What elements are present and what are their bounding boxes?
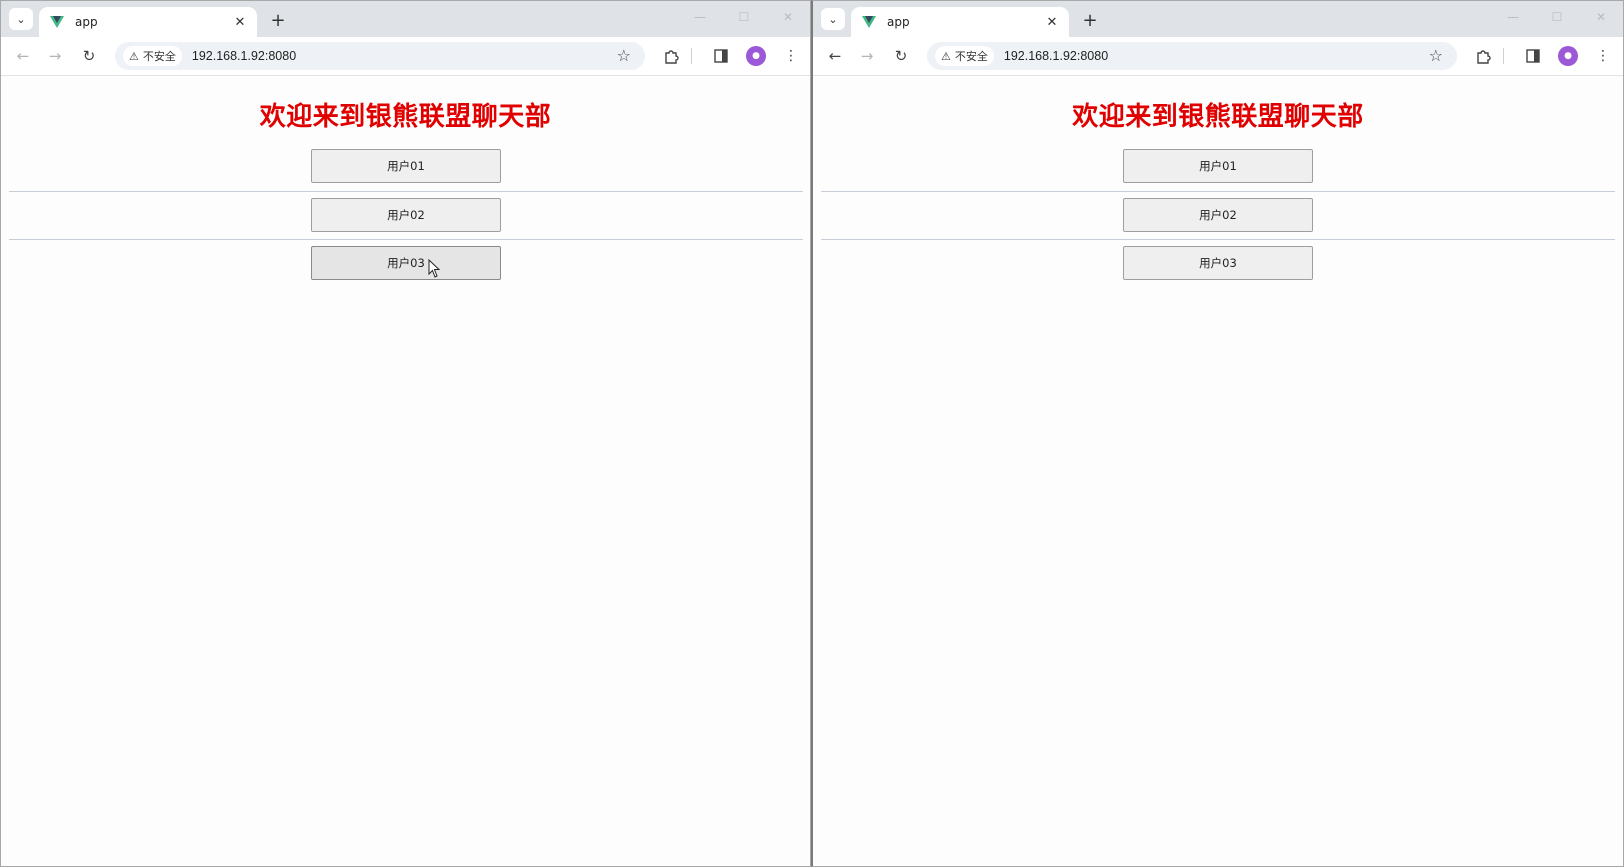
arrow-right-icon[interactable]: → xyxy=(43,45,67,67)
security-chip[interactable]: ⚠ 不安全 xyxy=(935,46,994,66)
page-content: 欢迎来到银熊联盟聊天部 用户01 用户02 用户03 xyxy=(813,76,1623,866)
url-text: 192.168.1.92:8080 xyxy=(191,49,297,63)
desktop: ⌄ app ✕ + — ☐ ✕ ← → ↻ ⚠ 不安全 192.168.1.92… xyxy=(0,0,1624,867)
warning-triangle-icon: ⚠ xyxy=(941,49,951,63)
reload-icon[interactable]: ↻ xyxy=(77,45,101,67)
vue-logo-icon xyxy=(861,14,877,30)
window-close-icon[interactable]: ✕ xyxy=(1579,1,1623,33)
tab-title: app xyxy=(75,15,98,29)
url-text: 192.168.1.92:8080 xyxy=(1003,49,1109,63)
tab-title: app xyxy=(887,15,910,29)
star-icon[interactable]: ☆ xyxy=(617,46,631,65)
browser-window-left: ⌄ app ✕ + — ☐ ✕ ← → ↻ ⚠ 不安全 192.168.1.92… xyxy=(0,0,811,867)
tab-strip: ⌄ app ✕ + — ☐ ✕ xyxy=(813,1,1623,37)
mouse-cursor-icon xyxy=(428,259,441,278)
chevron-down-icon[interactable]: ⌄ xyxy=(9,8,33,30)
tab-app[interactable]: app ✕ xyxy=(39,7,257,37)
puzzle-icon[interactable] xyxy=(659,45,683,67)
close-icon[interactable]: ✕ xyxy=(231,13,249,31)
divider xyxy=(821,239,1615,240)
puzzle-icon[interactable] xyxy=(1471,45,1495,67)
toolbar: ← → ↻ ⚠ 不安全 192.168.1.92:8080 ☆ ● ⋮ xyxy=(1,37,810,76)
chevron-down-icon[interactable]: ⌄ xyxy=(821,8,845,30)
user-button-01[interactable]: 用户01 xyxy=(311,149,501,183)
divider xyxy=(9,239,803,240)
maximize-icon[interactable]: ☐ xyxy=(722,1,766,33)
maximize-icon[interactable]: ☐ xyxy=(1535,1,1579,33)
browser-window-right: ⌄ app ✕ + — ☐ ✕ ← → ↻ ⚠ 不安全 192.168.1.92… xyxy=(811,0,1624,867)
page-content: 欢迎来到银熊联盟聊天部 用户01 用户02 用户03 xyxy=(1,76,810,866)
side-panel-icon[interactable] xyxy=(709,45,733,67)
page-title: 欢迎来到银熊联盟聊天部 xyxy=(259,102,552,132)
tab-strip: ⌄ app ✕ + — ☐ ✕ xyxy=(1,1,810,37)
avatar-icon[interactable]: ● xyxy=(746,46,766,66)
minimize-icon[interactable]: — xyxy=(678,1,722,33)
user-button-02[interactable]: 用户02 xyxy=(311,198,501,232)
user-button-02[interactable]: 用户02 xyxy=(1123,198,1313,232)
arrow-right-icon[interactable]: → xyxy=(855,45,879,67)
user-button-03[interactable]: 用户03 xyxy=(1123,246,1313,280)
window-controls: — ☐ ✕ xyxy=(1491,1,1623,33)
avatar-icon[interactable]: ● xyxy=(1558,46,1578,66)
toolbar: ← → ↻ ⚠ 不安全 192.168.1.92:8080 ☆ ● ⋮ xyxy=(813,37,1623,76)
window-close-icon[interactable]: ✕ xyxy=(766,1,810,33)
divider xyxy=(9,191,803,192)
toolbar-separator xyxy=(691,48,692,64)
warning-triangle-icon: ⚠ xyxy=(129,49,139,63)
vue-logo-icon xyxy=(49,14,65,30)
kebab-menu-icon[interactable]: ⋮ xyxy=(1591,45,1615,67)
plus-icon[interactable]: + xyxy=(267,9,289,31)
kebab-menu-icon[interactable]: ⋮ xyxy=(779,45,803,67)
star-icon[interactable]: ☆ xyxy=(1429,46,1443,65)
reload-icon[interactable]: ↻ xyxy=(889,45,913,67)
address-bar[interactable]: ⚠ 不安全 192.168.1.92:8080 ☆ xyxy=(927,42,1457,70)
user-button-03[interactable]: 用户03 xyxy=(311,246,501,280)
divider xyxy=(821,191,1615,192)
toolbar-separator xyxy=(1503,48,1504,64)
security-chip[interactable]: ⚠ 不安全 xyxy=(123,46,182,66)
plus-icon[interactable]: + xyxy=(1079,9,1101,31)
window-controls: — ☐ ✕ xyxy=(678,1,810,33)
security-label: 不安全 xyxy=(142,50,176,63)
security-label: 不安全 xyxy=(954,50,988,63)
side-panel-icon[interactable] xyxy=(1521,45,1545,67)
close-icon[interactable]: ✕ xyxy=(1043,13,1061,31)
arrow-left-icon[interactable]: ← xyxy=(823,45,847,67)
minimize-icon[interactable]: — xyxy=(1491,1,1535,33)
address-bar[interactable]: ⚠ 不安全 192.168.1.92:8080 ☆ xyxy=(115,42,645,70)
tab-app[interactable]: app ✕ xyxy=(851,7,1069,37)
user-button-01[interactable]: 用户01 xyxy=(1123,149,1313,183)
arrow-left-icon[interactable]: ← xyxy=(11,45,35,67)
page-title: 欢迎来到银熊联盟聊天部 xyxy=(1072,102,1364,132)
